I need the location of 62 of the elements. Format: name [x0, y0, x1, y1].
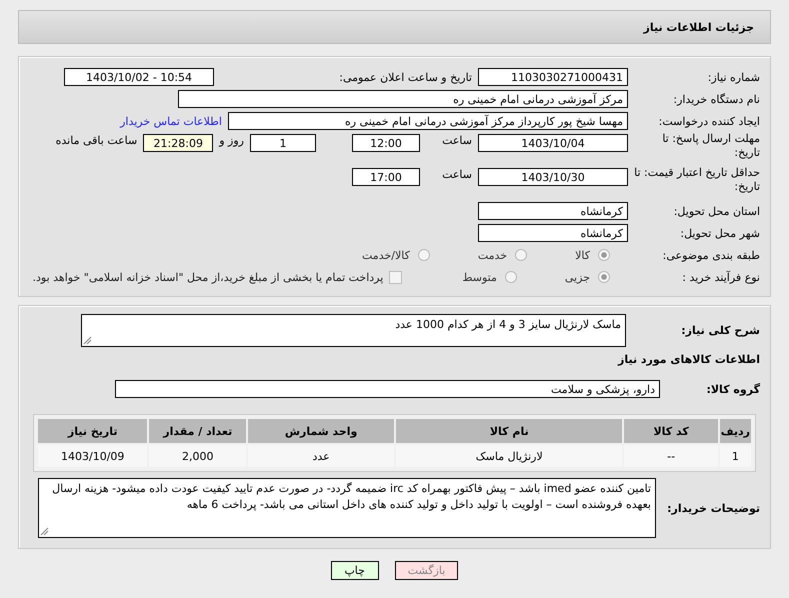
radio-label: کالا [575, 248, 590, 262]
radio-button[interactable] [418, 249, 430, 261]
table-cell: -- [624, 445, 718, 467]
resize-grip-icon[interactable] [83, 336, 92, 345]
column-header: تعداد / مقدار [149, 419, 246, 443]
field-label: شماره نیاز: [706, 70, 760, 84]
radio-button[interactable] [515, 249, 528, 261]
date-field: 1403/10/30 [478, 168, 628, 186]
field-label: نوع فرآیند خرید : [681, 270, 760, 284]
need-number-field: 1103030271000431 [478, 68, 628, 86]
radio-button[interactable] [598, 249, 610, 261]
checkbox-label: پرداخت تمام یا بخشی از مبلغ خرید،از محل "اسناد خزانه اسلامی" خواهد بود. [32, 270, 384, 284]
table-cell: لارنژیال ماسک [396, 445, 622, 467]
radio-label: جزیی [564, 270, 590, 284]
city-field: کرمانشاه [478, 224, 628, 242]
page-title: جزئیات اطلاعات نیاز [644, 20, 754, 34]
buyer-org-field: مرکز آموزشی درمانی امام خمینی ره [178, 90, 628, 108]
field-label: شرح کلی نیاز: [680, 324, 760, 337]
field-label: ایجاد کننده درخواست: [658, 114, 760, 128]
buyer-notes-textarea[interactable]: تامین کننده عضو imed باشد – پیش فاکتور بهمراه کد irc ضمیمه گردد- در صورت عدم تایید کیفیت عودت داده میشود- هزینه ارسال بعهده فروشنده است – اولویت با تولید داخل و تولید کننده های داخل استانی می باشد- پرداخت 6 ماهه [38, 478, 656, 538]
time-field: 17:00 [352, 168, 420, 186]
print-button[interactable]: چاپ [330, 561, 379, 580]
radio-button[interactable] [504, 271, 517, 283]
days-field: 1 [250, 134, 316, 152]
remaining-time-field: 21:28:09 [143, 134, 214, 152]
field-label: ساعت باقی مانده [54, 134, 138, 147]
field-label: مهلت ارسال پاسخ: تا تاریخ: [661, 132, 760, 160]
section-title: اطلاعات کالاهای مورد نیاز [616, 352, 761, 368]
column-header: ردیف [720, 419, 751, 443]
product-group-field: دارو، پزشکی و سلامت [115, 380, 660, 398]
field-label: ساعت [441, 134, 473, 147]
announce-date-field: 1403/10/02 - 10:54 [64, 68, 214, 86]
checkbox[interactable] [389, 270, 402, 284]
radio-button[interactable] [598, 271, 610, 283]
field-label: روز و [218, 134, 245, 147]
radio-label: خدمت [478, 248, 508, 262]
column-header: کد کالا [624, 419, 718, 443]
field-label: استان محل تحویل: [672, 204, 760, 218]
requester-field: مهسا شیخ پور کارپرداز مرکز آموزشی درمانی امام خمینی ره [228, 112, 628, 130]
table-cell: 2,000 [149, 445, 246, 467]
field-label: حداقل تاریخ اعتبار قیمت: تا تاریخ: [633, 166, 760, 194]
field-label: شهر محل تحویل: [679, 226, 760, 240]
table-cell: عدد [248, 445, 394, 467]
description-textarea[interactable]: ماسک لارنژیال سایز 3 و 4 از هر کدام 1000 عدد [81, 314, 626, 347]
field-label: نام دستگاه خریدار: [672, 92, 760, 106]
column-header: نام کالا [396, 419, 622, 443]
table-cell: 1403/10/09 [38, 445, 148, 467]
time-field: 12:00 [352, 134, 420, 152]
date-field: 1403/10/04 [478, 134, 628, 152]
province-field: کرمانشاه [478, 202, 628, 220]
field-label: طبقه بندی موضوعی: [662, 248, 760, 262]
column-header: تاریخ نیاز [38, 419, 148, 443]
field-label: تاریخ و ساعت اعلان عمومی: [338, 70, 473, 84]
radio-label: کالا/خدمت [362, 248, 410, 262]
buyer-contact-link[interactable]: اطلاعات تماس خریدار [120, 114, 228, 128]
resize-grip-icon[interactable] [40, 527, 49, 536]
field-label: توضیحات خریدار: [666, 502, 760, 514]
field-label: ساعت [441, 168, 473, 181]
radio-label: متوسط [462, 270, 497, 284]
column-header: واحد شمارش [248, 419, 394, 443]
table-cell: 1 [720, 445, 751, 467]
field-label: گروه کالا: [705, 382, 760, 396]
